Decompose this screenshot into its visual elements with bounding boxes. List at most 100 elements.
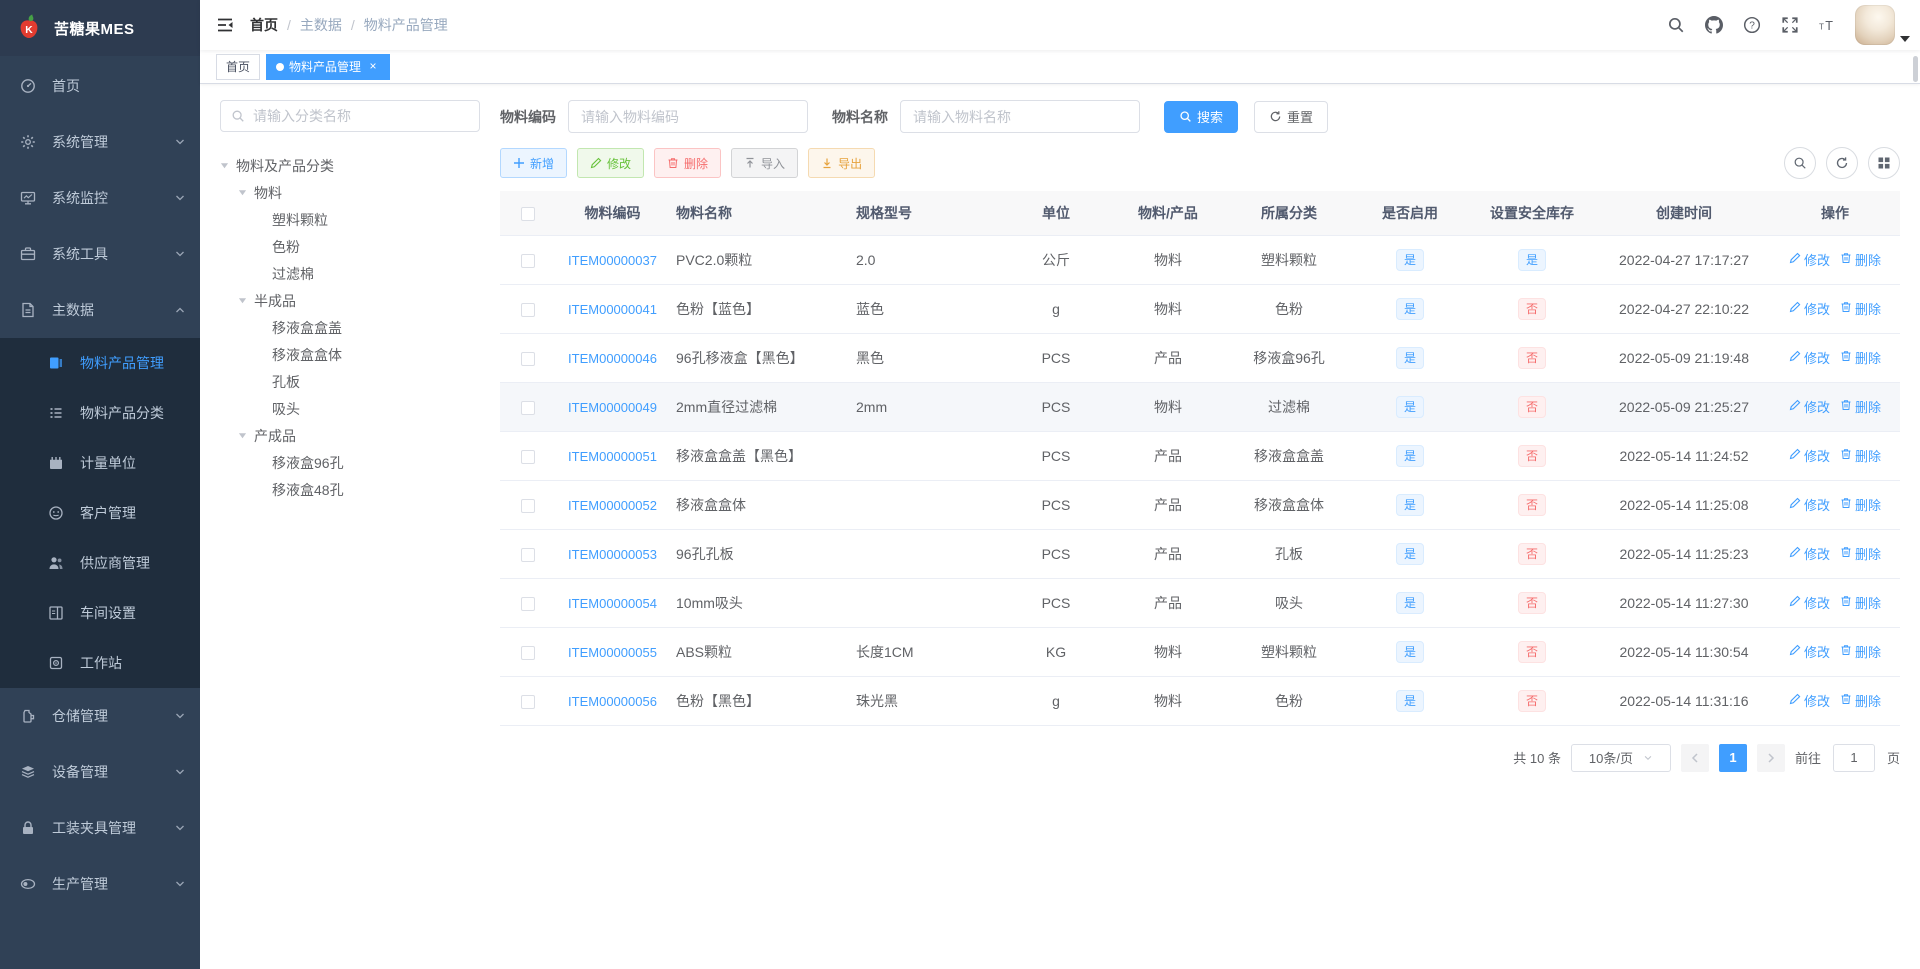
row-checkbox[interactable]: [520, 351, 535, 366]
sidebar-item-生产管理[interactable]: 生产管理: [0, 856, 200, 912]
tab-首页[interactable]: 首页: [216, 53, 261, 80]
item-code-link[interactable]: ITEM00000037: [568, 253, 657, 268]
filter-code-input[interactable]: [568, 100, 808, 133]
row-delete-button[interactable]: 删除: [1840, 397, 1881, 416]
item-code-link[interactable]: ITEM00000052: [568, 498, 657, 513]
sidebar-subitem-工作站[interactable]: 工作站: [0, 638, 200, 688]
row-edit-button[interactable]: 修改: [1789, 446, 1830, 465]
caret-down-icon[interactable]: [238, 188, 248, 197]
row-edit-button[interactable]: 修改: [1789, 397, 1830, 416]
row-checkbox[interactable]: [520, 596, 535, 611]
edit-button[interactable]: 修改: [577, 148, 645, 178]
item-code-link[interactable]: ITEM00000055: [568, 645, 657, 660]
search-icon[interactable]: [1657, 0, 1695, 50]
item-code-link[interactable]: ITEM00000049: [568, 400, 657, 415]
tree-node-色粉[interactable]: 色粉: [220, 233, 480, 260]
row-checkbox[interactable]: [520, 547, 535, 562]
row-delete-button[interactable]: 删除: [1840, 348, 1881, 367]
tree-node-移液盒盒体[interactable]: 移液盒盒体: [220, 341, 480, 368]
row-checkbox[interactable]: [520, 645, 535, 660]
goto-page-input[interactable]: [1832, 743, 1875, 772]
tree-node-产成品[interactable]: 产成品: [220, 422, 480, 449]
prev-page-button[interactable]: [1680, 743, 1709, 772]
sidebar-item-系统工具[interactable]: 系统工具: [0, 226, 200, 282]
row-edit-button[interactable]: 修改: [1789, 348, 1830, 367]
logo[interactable]: K 苦糖果MES: [0, 0, 200, 56]
tree-node-吸头[interactable]: 吸头: [220, 395, 480, 422]
select-all-checkbox[interactable]: [520, 206, 535, 221]
item-code-link[interactable]: ITEM00000053: [568, 547, 657, 562]
tree-node-移液盒48孔[interactable]: 移液盒48孔: [220, 476, 480, 503]
toggle-search-button[interactable]: [1784, 147, 1816, 179]
sidebar-subitem-物料产品管理[interactable]: 物料产品管理: [0, 338, 200, 388]
sidebar-item-仓储管理[interactable]: 仓储管理: [0, 688, 200, 744]
delete-button[interactable]: 删除: [654, 148, 722, 178]
breadcrumb-item[interactable]: 首页: [250, 15, 278, 35]
tree-node-物料[interactable]: 物料: [220, 179, 480, 206]
search-button[interactable]: 搜索: [1164, 100, 1239, 133]
sidebar-subitem-车间设置[interactable]: 车间设置: [0, 588, 200, 638]
close-icon[interactable]: ×: [366, 60, 380, 74]
row-checkbox[interactable]: [520, 302, 535, 317]
row-checkbox[interactable]: [520, 253, 535, 268]
add-button[interactable]: 新增: [500, 148, 568, 178]
sidebar-item-主数据[interactable]: 主数据: [0, 282, 200, 338]
row-edit-button[interactable]: 修改: [1789, 691, 1830, 710]
scrollbar-thumb[interactable]: [1913, 56, 1918, 82]
row-edit-button[interactable]: 修改: [1789, 250, 1830, 269]
row-checkbox[interactable]: [520, 498, 535, 513]
row-delete-button[interactable]: 删除: [1840, 544, 1881, 563]
item-code-link[interactable]: ITEM00000056: [568, 694, 657, 709]
column-settings-button[interactable]: [1868, 147, 1900, 179]
row-checkbox[interactable]: [520, 400, 535, 415]
tree-node-半成品[interactable]: 半成品: [220, 287, 480, 314]
item-code-link[interactable]: ITEM00000051: [568, 449, 657, 464]
tree-node-移液盒96孔[interactable]: 移液盒96孔: [220, 449, 480, 476]
page-size-select[interactable]: 10条/页: [1570, 743, 1671, 772]
sidebar-subitem-计量单位[interactable]: 计量单位: [0, 438, 200, 488]
next-page-button[interactable]: [1756, 743, 1785, 772]
tree-node-孔板[interactable]: 孔板: [220, 368, 480, 395]
refresh-button[interactable]: [1826, 147, 1858, 179]
row-edit-button[interactable]: 修改: [1789, 299, 1830, 318]
row-delete-button[interactable]: 删除: [1840, 250, 1881, 269]
tree-node-塑料颗粒[interactable]: 塑料颗粒: [220, 206, 480, 233]
tree-node-移液盒盒盖[interactable]: 移液盒盒盖: [220, 314, 480, 341]
row-edit-button[interactable]: 修改: [1789, 642, 1830, 661]
item-code-link[interactable]: ITEM00000054: [568, 596, 657, 611]
row-checkbox[interactable]: [520, 449, 535, 464]
reset-button[interactable]: 重置: [1254, 100, 1329, 133]
tree-node-物料及产品分类[interactable]: 物料及产品分类: [220, 152, 480, 179]
row-delete-button[interactable]: 删除: [1840, 593, 1881, 612]
row-checkbox[interactable]: [520, 694, 535, 709]
tab-物料产品管理[interactable]: 物料产品管理 ×: [266, 53, 391, 80]
filter-name-input[interactable]: [900, 100, 1140, 133]
import-button[interactable]: 导入: [731, 148, 799, 178]
category-search-input[interactable]: [253, 108, 469, 124]
sidebar-item-工装夹具管理[interactable]: 工装夹具管理: [0, 800, 200, 856]
row-edit-button[interactable]: 修改: [1789, 544, 1830, 563]
avatar[interactable]: [1855, 5, 1895, 45]
row-edit-button[interactable]: 修改: [1789, 593, 1830, 612]
caret-down-icon[interactable]: [220, 161, 230, 170]
question-icon[interactable]: ?: [1733, 0, 1771, 50]
row-delete-button[interactable]: 删除: [1840, 299, 1881, 318]
sidebar-item-系统监控[interactable]: 系统监控: [0, 170, 200, 226]
row-delete-button[interactable]: 删除: [1840, 446, 1881, 465]
caret-down-icon[interactable]: [238, 431, 248, 440]
row-edit-button[interactable]: 修改: [1789, 495, 1830, 514]
row-delete-button[interactable]: 删除: [1840, 495, 1881, 514]
sidebar-subitem-供应商管理[interactable]: 供应商管理: [0, 538, 200, 588]
caret-down-icon[interactable]: [238, 296, 248, 305]
row-delete-button[interactable]: 删除: [1840, 691, 1881, 710]
tree-node-过滤棉[interactable]: 过滤棉: [220, 260, 480, 287]
fullscreen-icon[interactable]: [1771, 0, 1809, 50]
github-icon[interactable]: [1695, 0, 1733, 50]
row-delete-button[interactable]: 删除: [1840, 642, 1881, 661]
export-button[interactable]: 导出: [808, 148, 876, 178]
item-code-link[interactable]: ITEM00000046: [568, 351, 657, 366]
font-size-icon[interactable]: TT: [1809, 0, 1847, 50]
hamburger-icon[interactable]: [200, 15, 250, 35]
item-code-link[interactable]: ITEM00000041: [568, 302, 657, 317]
sidebar-item-系统管理[interactable]: 系统管理: [0, 114, 200, 170]
